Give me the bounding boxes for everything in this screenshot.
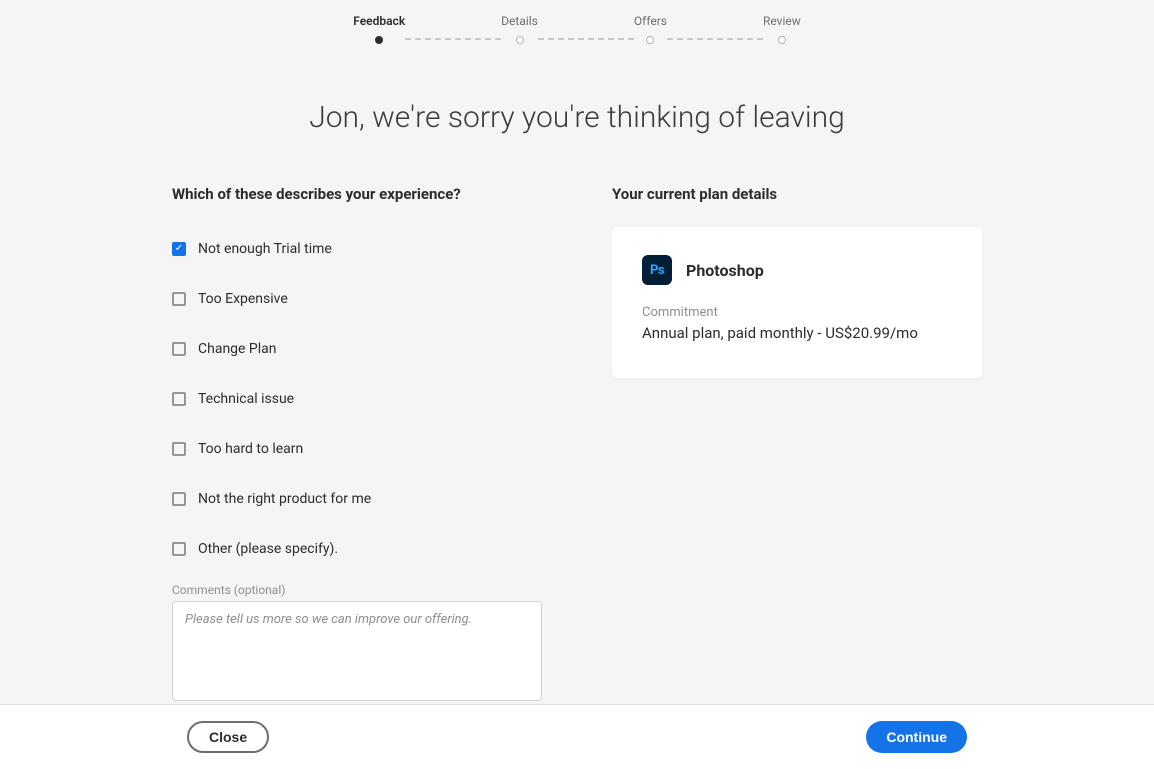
step-dot-icon	[375, 36, 383, 44]
option-not-right-product[interactable]: ✓ Not the right product for me	[172, 491, 542, 507]
option-label: Not enough Trial time	[198, 241, 332, 257]
comments-field[interactable]	[172, 601, 542, 701]
option-label: Change Plan	[198, 341, 277, 357]
option-label: Technical issue	[198, 391, 294, 407]
commitment-label: Commitment	[642, 305, 952, 320]
checkbox-icon: ✓	[172, 292, 186, 306]
step-dot-icon	[646, 36, 654, 44]
step-label: Details	[501, 14, 538, 28]
comments-label: Comments (optional)	[172, 583, 542, 597]
page-title: Jon, we're sorry you're thinking of leav…	[0, 100, 1154, 135]
option-label: Too Expensive	[198, 291, 288, 307]
checkbox-icon: ✓	[172, 542, 186, 556]
step-connector	[405, 38, 501, 40]
product-name: Photoshop	[686, 261, 764, 280]
checkbox-icon: ✓	[172, 342, 186, 356]
feedback-column: Which of these describes your experience…	[172, 185, 542, 705]
product-row: Ps Photoshop	[642, 255, 952, 285]
checkbox-icon: ✓	[172, 492, 186, 506]
step-label: Review	[763, 14, 801, 28]
step-dot-icon	[516, 36, 524, 44]
step-connector	[667, 38, 763, 40]
plan-heading: Your current plan details	[612, 185, 982, 203]
stepper: Feedback Details Offers Review	[0, 0, 1154, 44]
step-details: Details	[501, 14, 538, 44]
option-not-enough-trial[interactable]: ✓ Not enough Trial time	[172, 241, 542, 257]
checkbox-icon: ✓	[172, 392, 186, 406]
option-label: Other (please specify).	[198, 541, 338, 557]
plan-column: Your current plan details Ps Photoshop C…	[612, 185, 982, 705]
checkbox-icon: ✓	[172, 442, 186, 456]
continue-button[interactable]: Continue	[866, 721, 967, 753]
question-heading: Which of these describes your experience…	[172, 185, 542, 203]
check-icon: ✓	[175, 244, 183, 254]
step-connector	[538, 38, 634, 40]
option-change-plan[interactable]: ✓ Change Plan	[172, 341, 542, 357]
step-offers: Offers	[634, 14, 667, 44]
footer-bar: Close Continue	[0, 704, 1154, 769]
option-too-expensive[interactable]: ✓ Too Expensive	[172, 291, 542, 307]
option-other[interactable]: ✓ Other (please specify).	[172, 541, 542, 557]
step-label: Offers	[634, 14, 667, 28]
commitment-value: Annual plan, paid monthly - US$20.99/mo	[642, 324, 952, 342]
step-dot-icon	[778, 36, 786, 44]
step-review: Review	[763, 14, 801, 44]
option-label: Not the right product for me	[198, 491, 371, 507]
step-feedback: Feedback	[353, 14, 405, 44]
close-button[interactable]: Close	[187, 721, 269, 753]
checkbox-icon: ✓	[172, 242, 186, 256]
photoshop-icon: Ps	[642, 255, 672, 285]
option-too-hard[interactable]: ✓ Too hard to learn	[172, 441, 542, 457]
option-technical-issue[interactable]: ✓ Technical issue	[172, 391, 542, 407]
step-label: Feedback	[353, 14, 405, 28]
plan-card: Ps Photoshop Commitment Annual plan, pai…	[612, 227, 982, 378]
content-area: Which of these describes your experience…	[0, 185, 1154, 705]
option-label: Too hard to learn	[198, 441, 303, 457]
